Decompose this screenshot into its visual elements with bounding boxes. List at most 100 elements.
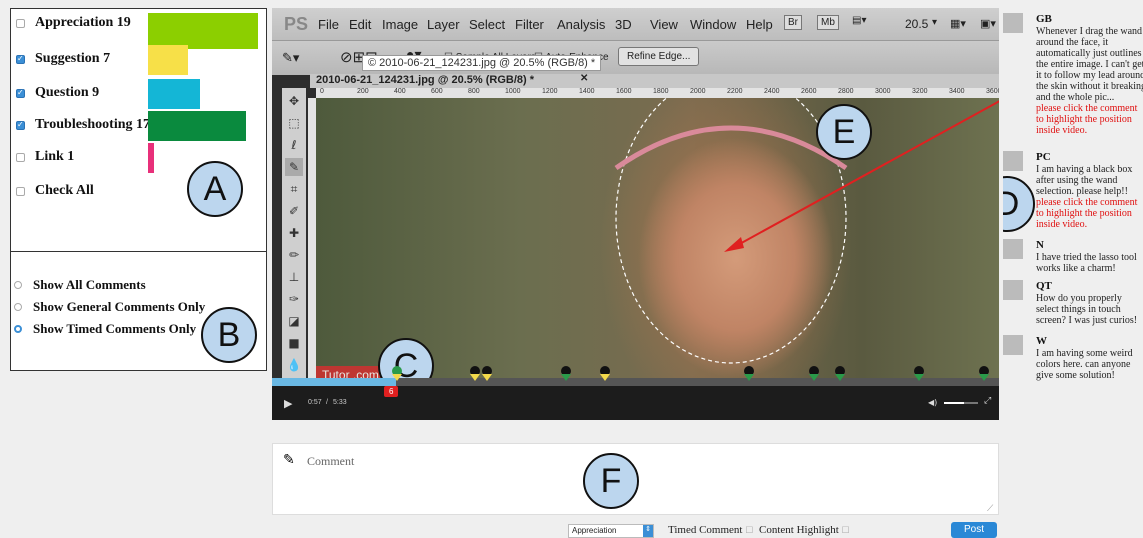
ruler-tick: 400 — [394, 88, 406, 95]
comment-item[interactable]: N I have tried the lasso tool works like… — [1003, 239, 1143, 279]
refine-edge-button[interactable]: Refine Edge... — [618, 47, 700, 66]
comment-author: N — [1036, 239, 1044, 251]
video-controls: 6 ▶ 0:57 / 5:33 ◀) ⤢ — [272, 386, 999, 420]
healing-brush-tool-icon[interactable]: ✚ — [285, 224, 303, 242]
menu-edit[interactable]: Edit — [349, 17, 371, 32]
lasso-tool-icon[interactable]: ℓ — [285, 136, 303, 154]
comment-item[interactable]: W I am having some weird colors here. ca… — [1003, 335, 1143, 390]
comment-marker[interactable] — [561, 366, 571, 381]
timed-comment-option[interactable]: Timed Comment ☐ — [668, 524, 753, 536]
history-brush-tool-icon[interactable]: ✑ — [285, 290, 303, 308]
show-timed-radio[interactable] — [14, 325, 22, 333]
eyedropper-tool-icon[interactable]: ✐ — [285, 202, 303, 220]
bridge-button[interactable]: Br — [784, 15, 802, 30]
zoom-dropdown-icon[interactable]: ▾ — [932, 17, 937, 28]
comment-marker[interactable] — [914, 366, 924, 381]
menu-window[interactable]: Window — [690, 17, 736, 32]
comment-marker[interactable] — [744, 366, 754, 381]
menu-select[interactable]: Select — [469, 17, 505, 32]
comment-marker[interactable] — [809, 366, 819, 381]
question-checkbox[interactable] — [16, 88, 25, 98]
video-player[interactable]: PS File Edit Image Layer Select Filter A… — [272, 8, 999, 420]
appreciation-count-bar — [148, 13, 258, 49]
avatar — [1003, 335, 1023, 355]
category-select[interactable]: Appreciation ⇕ — [568, 524, 654, 538]
comment-marker[interactable] — [600, 366, 610, 381]
comment-marker[interactable] — [482, 366, 492, 381]
show-all-radio[interactable] — [14, 281, 22, 289]
filter-appreciation[interactable]: Appreciation 19 — [11, 9, 266, 49]
brush-tool-icon[interactable]: ✏ — [285, 246, 303, 264]
filter-question[interactable]: Question 9 — [11, 79, 266, 109]
comment-marker[interactable] — [979, 366, 989, 381]
filter-troubleshooting[interactable]: Troubleshooting 17 — [11, 111, 266, 141]
comment-marker[interactable] — [392, 366, 402, 381]
play-icon[interactable]: ▶ — [284, 397, 292, 410]
gradient-tool-icon[interactable]: ■ — [285, 334, 303, 352]
comment-text: Whenever I drag the wand around the face… — [1036, 26, 1143, 103]
zoom-level[interactable]: 20.5 — [905, 17, 928, 31]
content-highlight-option[interactable]: Content Highlight ☐ — [759, 524, 850, 536]
menu-file[interactable]: File — [318, 17, 339, 32]
comment-item[interactable]: QT How do you properly select things in … — [1003, 280, 1143, 335]
move-tool-icon[interactable]: ✥ — [285, 92, 303, 110]
content-highlight-label: Content Highlight — [759, 524, 839, 536]
timed-comment-checkbox[interactable]: ☐ — [745, 525, 753, 535]
ruler-tick: 2000 — [690, 88, 706, 95]
content-highlight-checkbox[interactable]: ☐ — [842, 525, 850, 535]
ruler-tick: 2400 — [764, 88, 780, 95]
troubleshooting-count-bar — [148, 111, 246, 141]
comment-view-panel: Show All Comments Show General Comments … — [10, 251, 267, 371]
arrange-icon[interactable]: ▤▾ — [852, 15, 866, 26]
suggestion-checkbox[interactable] — [16, 54, 25, 64]
quick-selection-preset-icon[interactable]: ✎▾ — [282, 50, 299, 66]
menu-3d[interactable]: 3D — [615, 17, 632, 32]
menu-image[interactable]: Image — [382, 17, 418, 32]
category-filter-panel: Appreciation 19 Suggestion 7 Question 9 … — [10, 8, 267, 273]
comment-highlight-hint[interactable]: please click the comment to highlight th… — [1036, 103, 1137, 136]
filter-label: Suggestion 7 — [35, 51, 111, 66]
troubleshooting-checkbox[interactable] — [16, 120, 25, 130]
post-button[interactable]: Post — [951, 522, 997, 538]
document-tooltip: © 2010-06-21_124231.jpg @ 20.5% (RGB/8) … — [362, 55, 602, 71]
volume-icon[interactable]: ◀) — [928, 398, 937, 407]
comment-marker[interactable] — [470, 366, 480, 381]
screen-mode-icon[interactable]: ▦▾ — [950, 17, 966, 30]
comment-textarea[interactable]: ✎ Comment ⟋ F — [272, 443, 999, 515]
arrow-head-icon — [724, 237, 744, 252]
document-tab[interactable]: 2010-06-21_124231.jpg @ 20.5% (RGB/8) * … — [310, 73, 999, 88]
menu-view[interactable]: View — [650, 17, 678, 32]
workspace-icon[interactable]: ▣▾ — [980, 17, 996, 30]
blur-tool-icon[interactable]: 💧 — [285, 356, 303, 374]
image-canvas[interactable]: E Tutor .com C — [316, 98, 999, 398]
menu-layer[interactable]: Layer — [427, 17, 460, 32]
ruler-tick: 3600 — [986, 88, 999, 95]
close-tab-icon[interactable]: ✕ — [580, 73, 588, 84]
menu-filter[interactable]: Filter — [515, 17, 544, 32]
check-all-checkbox[interactable] — [16, 187, 25, 196]
menu-analysis[interactable]: Analysis — [557, 17, 605, 32]
pencil-icon: ✎ — [283, 452, 295, 468]
fullscreen-icon[interactable]: ⤢ — [984, 396, 991, 406]
eraser-tool-icon[interactable]: ◪ — [285, 312, 303, 330]
clone-stamp-tool-icon[interactable]: ⊥ — [285, 268, 303, 286]
comment-highlight-hint[interactable]: please click the comment to highlight th… — [1036, 197, 1137, 230]
comment-item[interactable]: GB Whenever I drag the wand around the f… — [1003, 13, 1143, 153]
comment-marker[interactable] — [835, 366, 845, 381]
filter-suggestion[interactable]: Suggestion 7 — [11, 45, 266, 75]
filter-label: Question 9 — [35, 85, 100, 100]
volume-slider[interactable] — [944, 402, 978, 404]
crop-tool-icon[interactable]: ⌗ — [285, 180, 303, 198]
quick-selection-tool-icon[interactable]: ✎ — [285, 158, 303, 176]
link-checkbox[interactable] — [16, 153, 25, 162]
option-show-all[interactable]: Show All Comments — [11, 274, 266, 296]
appreciation-checkbox[interactable] — [16, 19, 25, 28]
mini-bridge-button[interactable]: Mb — [817, 15, 839, 30]
ruler-tick: 800 — [468, 88, 480, 95]
marquee-tool-icon[interactable]: ⬚ — [285, 114, 303, 132]
menu-help[interactable]: Help — [746, 17, 773, 32]
marker-count-badge: 6 — [384, 386, 399, 397]
show-general-radio[interactable] — [14, 303, 22, 311]
avatar — [1003, 151, 1023, 171]
resize-handle-icon[interactable]: ⟋ — [987, 504, 993, 514]
